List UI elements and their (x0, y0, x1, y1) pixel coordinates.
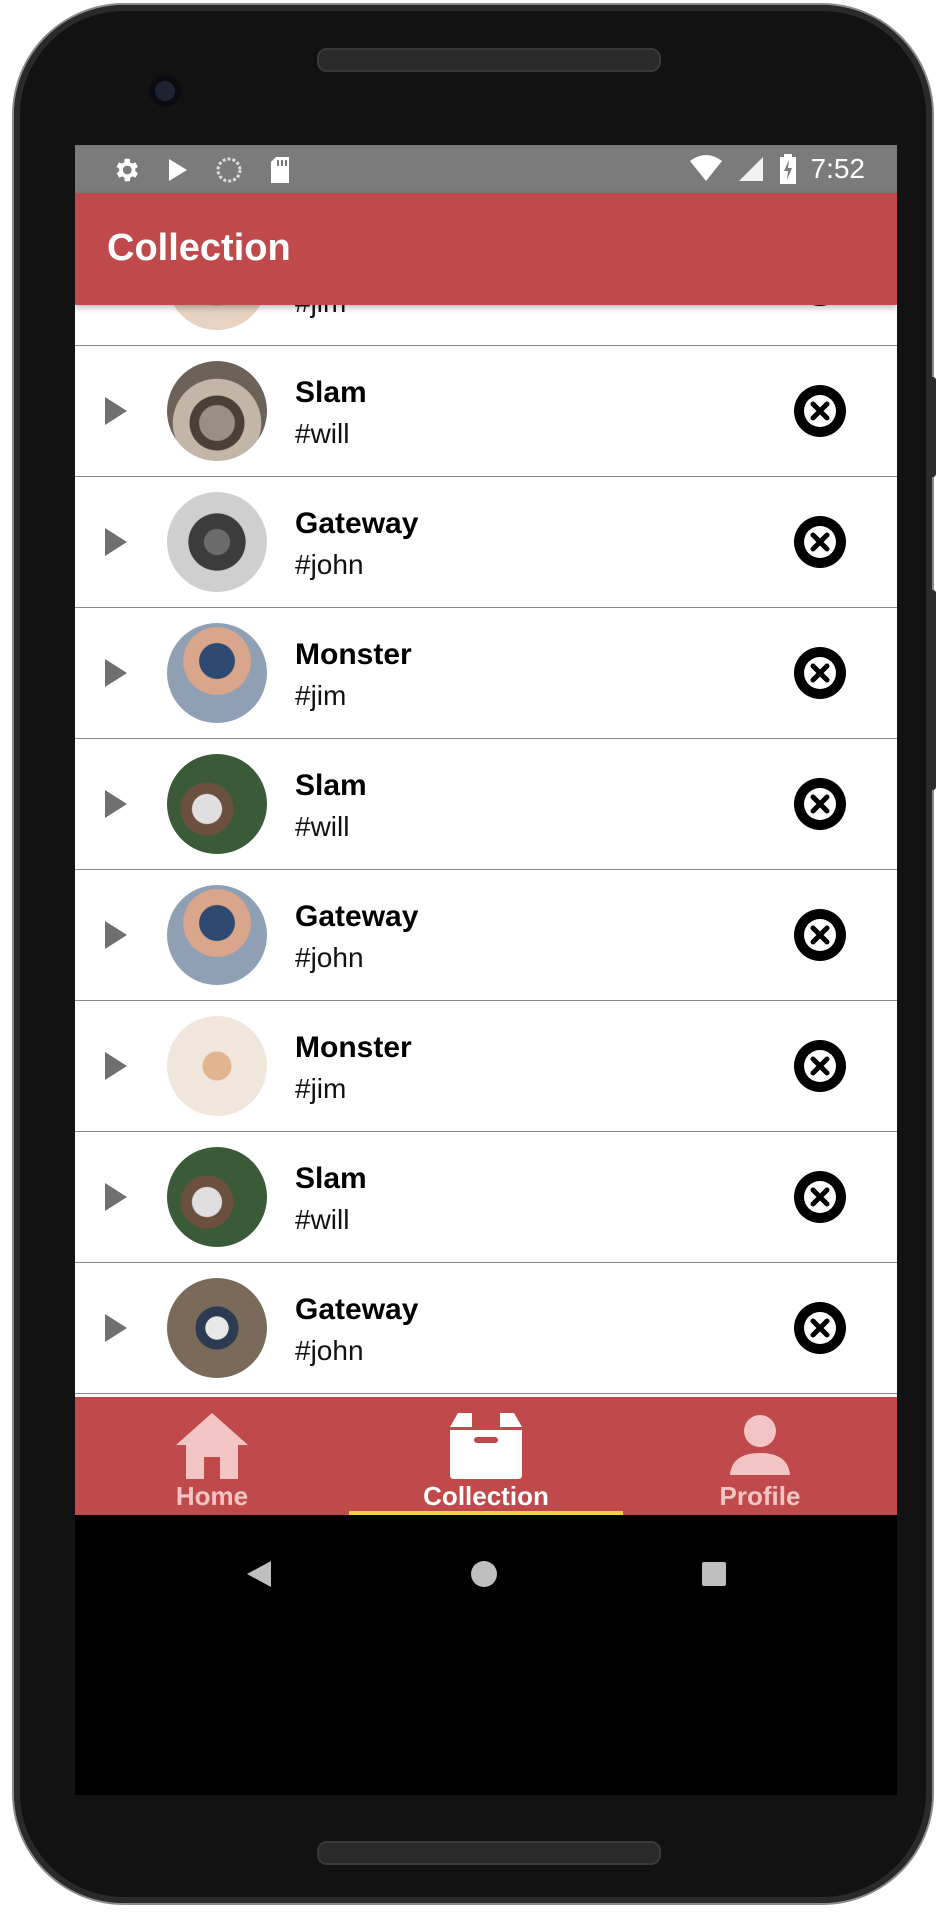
remove-icon[interactable] (793, 1039, 847, 1093)
wifi-icon (689, 155, 722, 181)
nav-profile[interactable]: Profile (623, 1397, 897, 1515)
bottom-speaker (317, 1841, 661, 1865)
sync-icon (216, 157, 242, 183)
recents-square-icon[interactable] (701, 1561, 727, 1587)
play-icon[interactable] (105, 659, 127, 687)
item-tag: #jim (295, 305, 346, 319)
sd-card-icon (271, 157, 289, 183)
status-bar: 7:52 (75, 145, 897, 193)
play-icon[interactable] (105, 397, 127, 425)
collection-list[interactable]: Monster#jimSlam#willGateway#johnMonster#… (75, 305, 897, 1397)
man-cap-avatar (167, 885, 267, 985)
settings-icon (116, 158, 138, 182)
nav-home-label: Home (175, 1481, 249, 1511)
list-item[interactable]: Gateway #john (75, 1263, 897, 1394)
play-store-icon (169, 159, 187, 181)
item-title: Slam (295, 1162, 367, 1195)
item-title: Gateway (295, 900, 419, 933)
remove-icon[interactable] (793, 515, 847, 569)
man-cap-avatar (167, 623, 267, 723)
remove-icon[interactable] (793, 1301, 847, 1355)
woman-sitting-avatar (167, 1147, 267, 1247)
remove-icon[interactable] (793, 305, 847, 307)
item-title: Gateway (295, 1293, 419, 1326)
item-title: Gateway (295, 507, 419, 540)
collection-list-content: Monster#jimSlam#willGateway#johnMonster#… (75, 305, 897, 1397)
item-tag: #will (295, 418, 350, 449)
nav-collection[interactable]: Collection (349, 1397, 623, 1515)
list-item[interactable]: Monster#jim (75, 305, 897, 346)
item-tag: #john (295, 1335, 364, 1366)
earpiece-speaker (317, 48, 661, 72)
list-item[interactable]: Gateway #john (75, 870, 897, 1001)
item-tag: #john (295, 549, 364, 580)
woman-portrait-avatar (167, 305, 267, 330)
status-time: 7:52 (810, 153, 866, 184)
woman-hat-avatar (167, 361, 267, 461)
screen: 7:52 Collection Monster#jimSlam#willGate… (75, 145, 897, 1795)
front-camera (149, 75, 181, 107)
remove-icon[interactable] (793, 384, 847, 438)
woman-sitting-avatar (167, 754, 267, 854)
power-button (928, 377, 936, 477)
play-icon[interactable] (105, 1183, 127, 1211)
play-icon[interactable] (105, 1052, 127, 1080)
list-item[interactable]: Monster #jim (75, 1001, 897, 1132)
home-icon (176, 1413, 248, 1479)
list-item[interactable]: Slam #will (75, 739, 897, 870)
remove-icon[interactable] (793, 646, 847, 700)
list-item[interactable]: Slam #will (75, 346, 897, 477)
archive-box-icon (450, 1413, 522, 1479)
child-face-avatar (167, 492, 267, 592)
battery-charging-icon (779, 154, 796, 184)
app-bar: Collection (75, 193, 897, 305)
nav-collection-label: Collection (423, 1481, 549, 1511)
phone-frame: 7:52 Collection Monster#jimSlam#willGate… (14, 5, 936, 1903)
remove-icon[interactable] (793, 908, 847, 962)
item-tag: #jim (295, 1073, 347, 1104)
remove-icon[interactable] (793, 1170, 847, 1224)
item-tag: #will (295, 811, 350, 842)
back-icon[interactable] (245, 1559, 273, 1589)
item-title: Monster (295, 638, 412, 671)
item-title: Slam (295, 769, 367, 802)
play-icon[interactable] (105, 528, 127, 556)
remove-icon[interactable] (793, 777, 847, 831)
item-title: Monster (295, 1031, 412, 1064)
play-icon[interactable] (105, 1314, 127, 1342)
item-tag: #jim (295, 680, 347, 711)
list-item[interactable]: Monster #jim (75, 608, 897, 739)
play-icon[interactable] (105, 921, 127, 949)
nav-home[interactable]: Home (75, 1397, 349, 1515)
volume-button (928, 590, 936, 790)
runner-avatar (167, 1278, 267, 1378)
system-navigation-bar (75, 1515, 897, 1635)
item-title: Slam (295, 376, 367, 409)
list-item[interactable]: Gateway #john (75, 477, 897, 608)
item-tag: #john (295, 942, 364, 973)
item-tag: #will (295, 1204, 350, 1235)
bottom-navigation: Home Collection Profile (75, 1397, 897, 1515)
page-title: Collection (107, 227, 291, 269)
list-item[interactable]: Slam #will (75, 1132, 897, 1263)
hands-heart-avatar (167, 1016, 267, 1116)
home-circle-icon[interactable] (469, 1559, 499, 1589)
play-icon[interactable] (105, 790, 127, 818)
person-icon (730, 1415, 790, 1475)
nav-profile-label: Profile (719, 1481, 801, 1511)
cell-signal-icon (738, 157, 763, 181)
